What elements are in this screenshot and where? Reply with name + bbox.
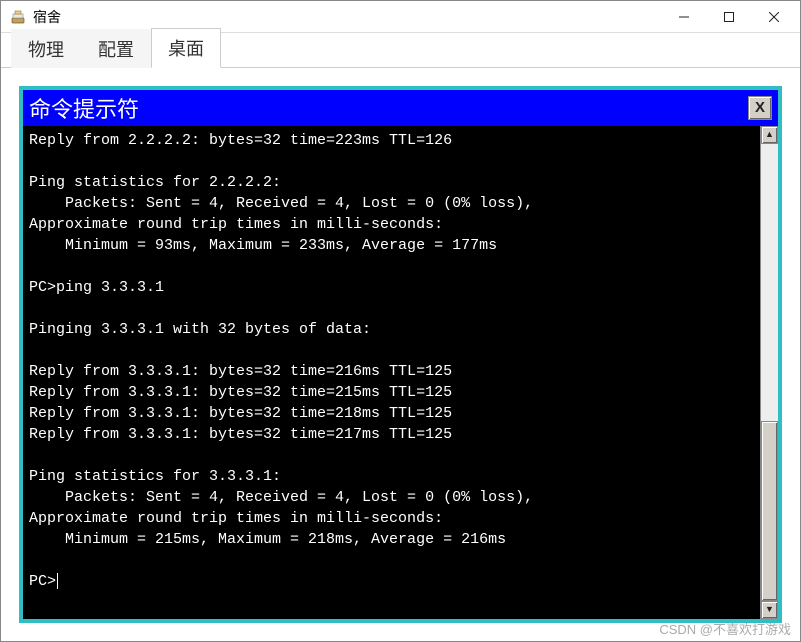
terminal-cursor (57, 573, 58, 589)
app-window: 宿舍 物理 配置 桌面 命令提示符 X Reply from 2.2.2 (0, 0, 801, 642)
scroll-down-button[interactable]: ▼ (761, 601, 778, 619)
terminal-prompt: PC> (29, 573, 56, 590)
scroll-thumb[interactable] (761, 421, 778, 601)
scroll-track[interactable] (761, 144, 778, 601)
terminal-output[interactable]: Reply from 2.2.2.2: bytes=32 time=223ms … (23, 126, 760, 619)
terminal-close-button[interactable]: X (748, 96, 772, 120)
window-title: 宿舍 (33, 7, 661, 27)
terminal-titlebar[interactable]: 命令提示符 X (23, 90, 778, 126)
terminal-window: 命令提示符 X Reply from 2.2.2.2: bytes=32 tim… (19, 86, 782, 623)
content-area: 命令提示符 X Reply from 2.2.2.2: bytes=32 tim… (1, 68, 800, 641)
window-controls (661, 1, 796, 32)
minimize-button[interactable] (661, 1, 706, 32)
close-button[interactable] (751, 1, 796, 32)
tab-physical[interactable]: 物理 (11, 29, 81, 68)
tab-desktop[interactable]: 桌面 (151, 28, 221, 68)
app-icon (9, 8, 27, 26)
terminal-body: Reply from 2.2.2.2: bytes=32 time=223ms … (23, 126, 778, 619)
tabbar: 物理 配置 桌面 (1, 33, 800, 68)
terminal-title: 命令提示符 (29, 92, 139, 124)
scroll-up-button[interactable]: ▲ (761, 126, 778, 144)
terminal-scrollbar[interactable]: ▲ ▼ (760, 126, 778, 619)
tab-config[interactable]: 配置 (81, 29, 151, 68)
maximize-button[interactable] (706, 1, 751, 32)
